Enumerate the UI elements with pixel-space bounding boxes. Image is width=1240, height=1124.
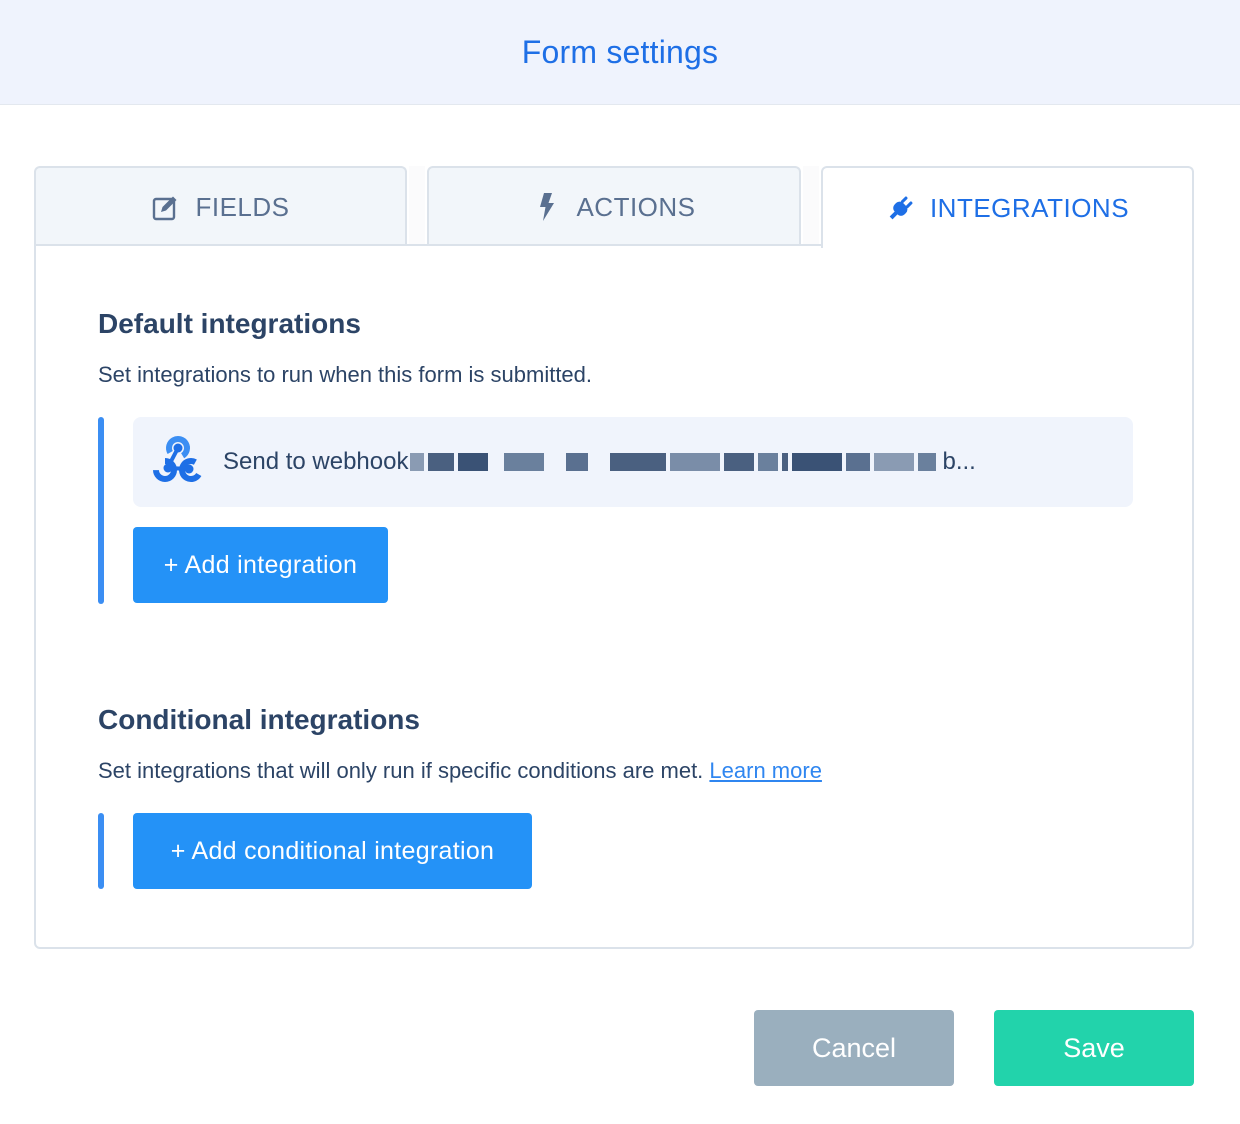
tab-actions-label: ACTIONS	[576, 191, 696, 222]
learn-more-link[interactable]: Learn more	[709, 758, 822, 783]
redacted-webhook-url	[410, 452, 940, 472]
add-conditional-integration-button[interactable]: + Add conditional integration	[133, 813, 532, 889]
integration-label-text: Send to webhook	[223, 448, 409, 475]
bolt-icon	[532, 192, 562, 222]
save-button[interactable]: Save	[994, 1010, 1194, 1086]
tab-fields-label: FIELDS	[195, 191, 290, 222]
tab-integrations[interactable]: INTEGRATIONS	[821, 166, 1194, 248]
conditional-integrations-description: Set integrations that will only run if s…	[98, 758, 822, 784]
tab-bar: FIELDS ACTIONS INTEGRATIONS	[34, 166, 1194, 248]
webhook-icon	[151, 433, 223, 492]
integration-label: Send to webhook b...	[223, 448, 976, 476]
integration-item-webhook[interactable]: Send to webhook b...	[133, 417, 1133, 507]
edit-icon	[151, 192, 181, 222]
plug-icon	[886, 193, 916, 223]
default-integrations-title: Default integrations	[98, 308, 361, 339]
cancel-button[interactable]: Cancel	[754, 1010, 954, 1086]
tab-gap	[409, 166, 425, 244]
tab-integrations-label: INTEGRATIONS	[929, 192, 1130, 223]
tab-fields[interactable]: FIELDS	[34, 166, 407, 246]
default-integrations-accent-bar	[98, 417, 104, 604]
integrations-panel: Default integrations Set integrations to…	[34, 244, 1194, 949]
default-integrations-description: Set integrations to run when this form i…	[98, 362, 593, 387]
modal-header: Form settings	[0, 0, 1240, 105]
add-integration-button[interactable]: + Add integration	[133, 527, 388, 603]
tab-gap	[803, 166, 819, 244]
conditional-integrations-accent-bar	[98, 813, 104, 889]
conditional-integrations-title: Conditional integrations	[98, 704, 420, 735]
truncation-ellipsis: b...	[942, 448, 976, 475]
page-title: Form settings	[521, 33, 719, 70]
tab-actions[interactable]: ACTIONS	[427, 166, 801, 246]
conditional-description-text: Set integrations that will only run if s…	[98, 758, 704, 783]
